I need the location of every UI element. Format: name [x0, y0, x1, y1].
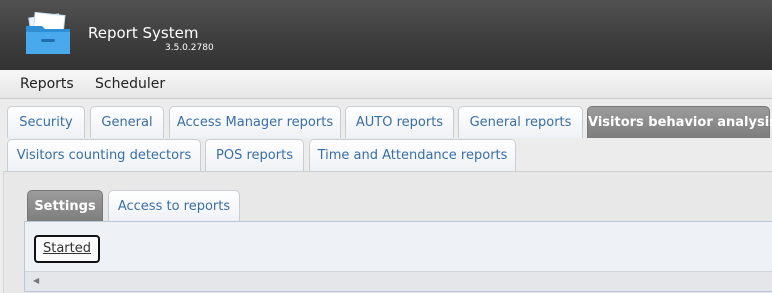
- tab-general[interactable]: General: [90, 106, 164, 138]
- menu-item-reports[interactable]: Reports: [20, 76, 74, 92]
- menu-bar: Reports Scheduler: [0, 70, 772, 99]
- menu-item-scheduler[interactable]: Scheduler: [95, 76, 165, 92]
- app-version: 3.5.0.2780: [165, 43, 214, 53]
- tab-pos-reports[interactable]: POS reports: [205, 139, 304, 171]
- tab-visitors-counting-detectors[interactable]: Visitors counting detectors: [7, 139, 201, 171]
- tab-time-and-attendance-reports[interactable]: Time and Attendance reports: [309, 139, 516, 171]
- horizontal-scrollbar[interactable]: [25, 271, 772, 291]
- tab-visitors-behavior-analysis[interactable]: Visitors behavior analysis: [587, 106, 772, 138]
- app-header: Report System 3.5.0.2780: [0, 0, 772, 70]
- subtab-settings[interactable]: Settings: [27, 190, 103, 222]
- app-title: Report System: [88, 24, 199, 42]
- tab-security[interactable]: Security: [7, 106, 85, 138]
- tab-auto-reports[interactable]: AUTO reports: [345, 106, 454, 138]
- subtab-access-to-reports[interactable]: Access to reports: [108, 190, 240, 222]
- tab-access-manager-reports[interactable]: Access Manager reports: [169, 106, 341, 138]
- folder-icon: [26, 11, 70, 54]
- scroll-left-arrow-icon[interactable]: ◀: [33, 276, 39, 285]
- tab-general-reports[interactable]: General reports: [458, 106, 583, 138]
- started-button[interactable]: Started: [34, 235, 100, 263]
